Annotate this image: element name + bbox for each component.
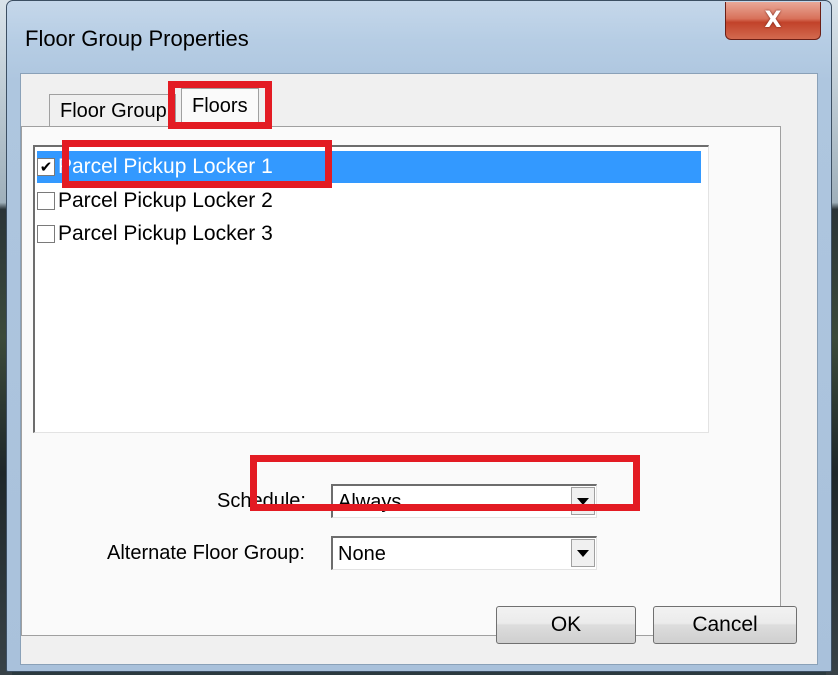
schedule-value: Always: [338, 491, 402, 513]
list-item-label: Parcel Pickup Locker 2: [58, 189, 273, 212]
list-item-label: Parcel Pickup Locker 1: [58, 155, 273, 178]
tab-floor-group[interactable]: Floor Group: [49, 94, 176, 126]
alternate-floor-group-dropdown[interactable]: None: [331, 536, 597, 570]
title-bar[interactable]: Floor Group Properties X: [7, 1, 831, 73]
chevron-down-icon: [577, 497, 589, 505]
cancel-button[interactable]: Cancel: [653, 606, 797, 644]
dialog-client-area: Floor Group Floors ✔ Parcel Pickup Locke…: [20, 73, 818, 665]
alternate-floor-group-dropdown-arrow[interactable]: [571, 539, 595, 567]
close-button[interactable]: X: [725, 2, 821, 40]
list-item-floor-1[interactable]: ✔ Parcel Pickup Locker 1: [37, 151, 701, 183]
window-title: Floor Group Properties: [25, 26, 249, 51]
close-icon: X: [764, 8, 782, 33]
chevron-down-icon: [577, 549, 589, 557]
list-item-label: Parcel Pickup Locker 3: [58, 222, 273, 245]
floor-group-properties-dialog: Floor Group Properties X Floor Group Flo…: [6, 0, 832, 672]
list-item-floor-2[interactable]: Parcel Pickup Locker 2: [37, 185, 701, 217]
list-item-floor-3[interactable]: Parcel Pickup Locker 3: [37, 218, 701, 250]
alternate-floor-group-label: Alternate Floor Group:: [107, 542, 305, 564]
tab-floors[interactable]: Floors: [181, 88, 259, 128]
schedule-dropdown-arrow[interactable]: [571, 487, 595, 515]
schedule-label: Schedule:: [217, 490, 306, 512]
alternate-floor-group-value: None: [338, 543, 386, 565]
checkbox-floor-1[interactable]: ✔: [37, 158, 55, 176]
floors-listbox[interactable]: ✔ Parcel Pickup Locker 1 Parcel Pickup L…: [33, 145, 709, 433]
ok-button[interactable]: OK: [496, 606, 636, 644]
checkmark-icon: ✔: [39, 158, 53, 176]
schedule-dropdown[interactable]: Always: [331, 484, 597, 518]
checkbox-floor-2[interactable]: [37, 192, 55, 210]
checkbox-floor-3[interactable]: [37, 225, 55, 243]
